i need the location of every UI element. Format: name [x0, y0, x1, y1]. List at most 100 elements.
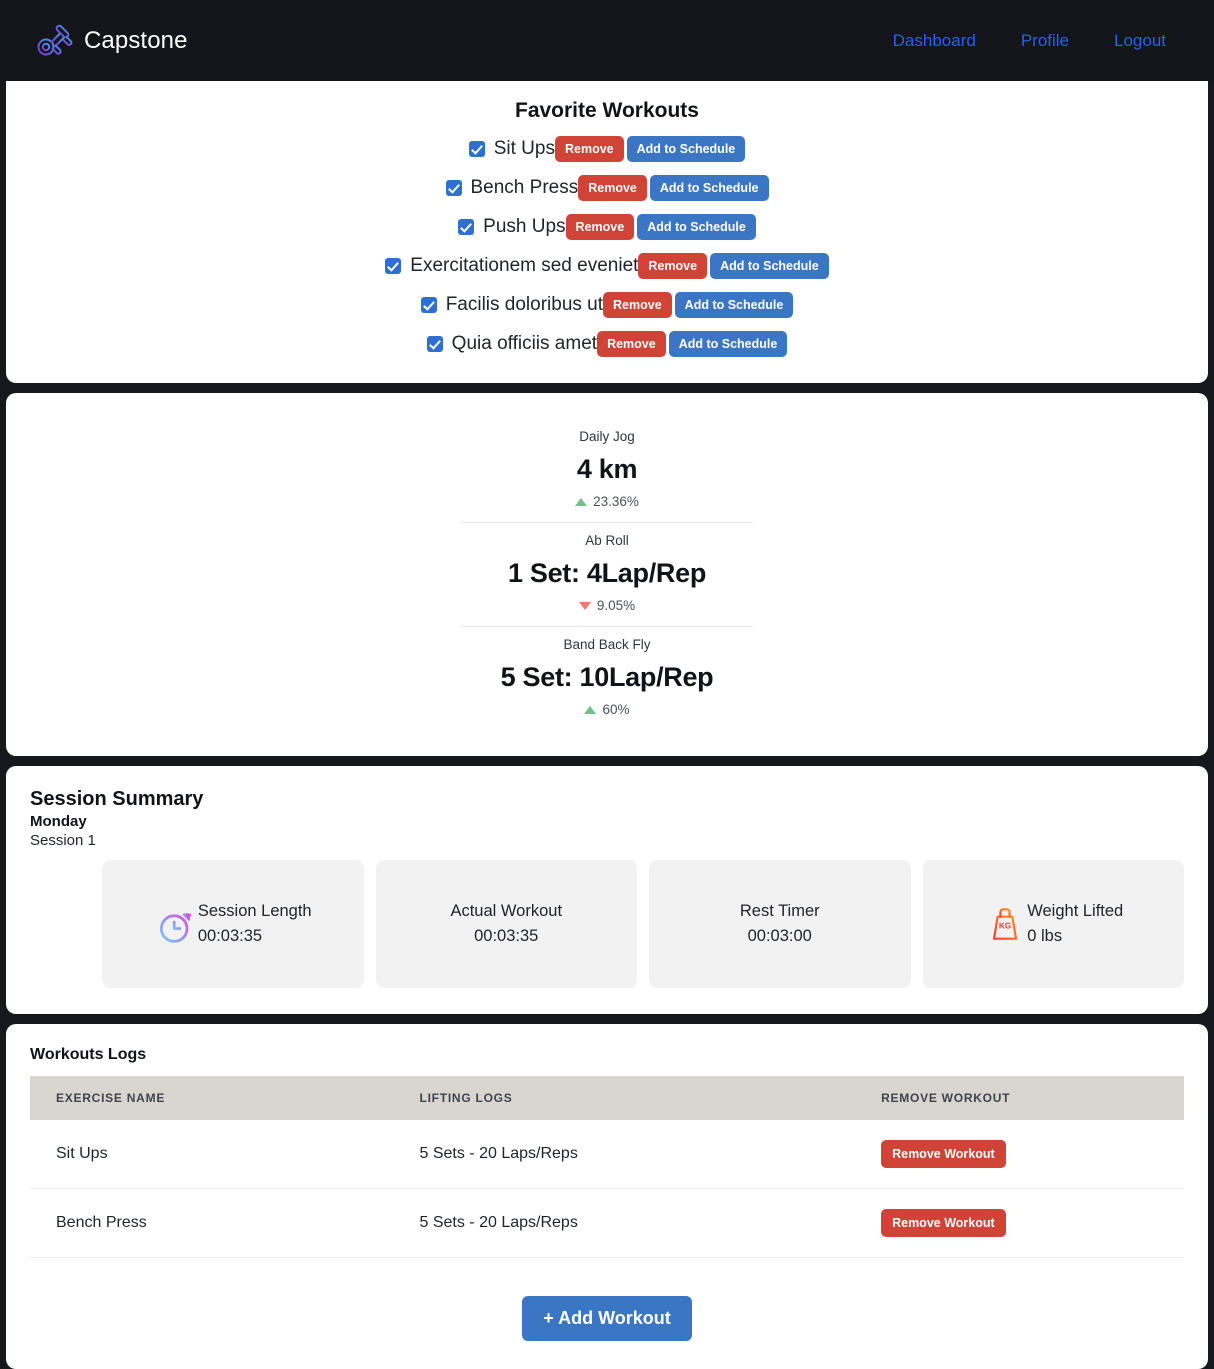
remove-workout-button[interactable]: Remove Workout	[881, 1140, 1006, 1168]
weight-kg-icon: KG	[993, 908, 1018, 940]
remove-favorite-button[interactable]: Remove	[603, 292, 672, 318]
stats-card: Daily Jog 4 km 23.36% Ab Roll 1 Set: 4La…	[6, 393, 1208, 756]
trend-down-icon	[578, 601, 591, 610]
tile-label: Rest Timer	[739, 902, 820, 920]
workouts-logs-title: Workouts Logs	[30, 1046, 147, 1063]
favorite-workout-row: Bench Press Remove Add to Schedule	[6, 175, 1208, 201]
tile-value: 00:03:35	[474, 927, 539, 945]
summary-tile-session-length: Session Length 00:03:35	[102, 860, 364, 988]
svg-text:KG: KG	[999, 922, 1011, 931]
stat-delta: 60%	[461, 702, 753, 717]
brand-name: Capstone	[84, 26, 188, 54]
remove-workout-button[interactable]: Remove Workout	[881, 1209, 1006, 1237]
add-workout-bar: + Add Workout	[6, 1276, 1208, 1369]
tile-value: 00:03:35	[197, 927, 263, 945]
session-summary-card: Session Summary Monday Session 1 Session…	[6, 766, 1208, 1014]
add-workout-button[interactable]: + Add Workout	[522, 1296, 692, 1341]
stat-value: 4 km	[576, 454, 638, 484]
nav-link-logout[interactable]: Logout	[1114, 31, 1166, 51]
column-header-remove-workout: REMOVE WORKOUT	[855, 1076, 1184, 1120]
table-row: Bench Press 5 Sets - 20 Laps/Reps Remove…	[30, 1188, 1184, 1258]
favorite-checkbox-quia-officiis[interactable]	[426, 336, 443, 352]
add-to-schedule-button[interactable]: Add to Schedule	[637, 214, 756, 240]
favorite-workouts-card: Favorite Workouts Sit Ups Remove Add to …	[6, 81, 1208, 383]
favorite-name: Exercitationem sed eveniet	[410, 255, 639, 276]
session-day: Monday	[30, 813, 87, 830]
stat-delta: 9.05%	[461, 598, 753, 613]
stat-label: Ab Roll	[585, 533, 629, 548]
favorite-name: Sit Ups	[493, 138, 555, 159]
session-summary-grid: Session Length 00:03:35 Actual Workout 0…	[30, 860, 1184, 988]
session-summary-title: Session Summary	[30, 788, 204, 810]
column-header-lifting-logs: LIFTING LOGS	[393, 1076, 856, 1120]
table-body: Sit Ups 5 Sets - 20 Laps/Reps Remove Wor…	[30, 1120, 1184, 1258]
tile-label: Weight Lifted	[1027, 902, 1124, 920]
cell-remove-workout: Remove Workout	[855, 1120, 1184, 1189]
remove-favorite-button[interactable]: Remove	[578, 175, 647, 201]
page-root: Capstone Dashboard Profile Logout Favori…	[0, 0, 1214, 1369]
stat-label: Band Back Fly	[563, 637, 651, 652]
trend-up-icon	[575, 497, 588, 506]
stat-label: Daily Jog	[579, 429, 635, 444]
tile-value: 0 lbs	[1027, 927, 1063, 945]
favorite-name: Facilis doloribus ut	[445, 294, 604, 315]
stat-value: 1 Set: 4Lap/Rep	[507, 558, 707, 588]
add-to-schedule-button[interactable]: Add to Schedule	[674, 292, 794, 318]
stat-daily-jog: Daily Jog 4 km 23.36%	[461, 419, 753, 522]
favorite-checkbox-push-ups[interactable]	[458, 219, 475, 235]
stat-ab-roll: Ab Roll 1 Set: 4Lap/Rep 9.05%	[461, 522, 753, 626]
nav-link-profile[interactable]: Profile	[1021, 31, 1069, 51]
favorite-checkbox-exercitationem[interactable]	[385, 258, 402, 274]
dumbbell-icon	[37, 24, 73, 55]
tile-label: Actual Workout	[450, 902, 563, 920]
table-header-row: EXERCISE NAME LIFTING LOGS REMOVE WORKOU…	[30, 1076, 1184, 1120]
table-header: EXERCISE NAME LIFTING LOGS REMOVE WORKOU…	[30, 1076, 1184, 1120]
stat-value: 5 Set: 10Lap/Rep	[500, 662, 714, 692]
add-to-schedule-button[interactable]: Add to Schedule	[626, 136, 746, 162]
table-row: Sit Ups 5 Sets - 20 Laps/Reps Remove Wor…	[30, 1120, 1184, 1189]
tile-label: Session Length	[197, 902, 312, 920]
workouts-logs-table: EXERCISE NAME LIFTING LOGS REMOVE WORKOU…	[30, 1076, 1184, 1258]
favorite-checkbox-sit-ups[interactable]	[468, 141, 485, 157]
add-to-schedule-button[interactable]: Add to Schedule	[668, 331, 788, 357]
cell-lifting-logs: 5 Sets - 20 Laps/Reps	[393, 1188, 856, 1258]
favorite-name: Push Ups	[483, 216, 566, 237]
stat-delta-text: 9.05%	[596, 598, 636, 613]
favorite-checkbox-facilis[interactable]	[420, 297, 437, 313]
stat-delta: 23.36%	[461, 494, 753, 509]
nav-links: Dashboard Profile Logout	[893, 31, 1181, 51]
add-to-schedule-button[interactable]: Add to Schedule	[710, 253, 829, 279]
session-number: Session 1	[30, 832, 96, 849]
summary-tile-rest-timer: Rest Timer 00:03:00	[649, 860, 911, 988]
favorite-workouts-title: Favorite Workouts	[515, 99, 699, 122]
cell-exercise-name: Bench Press	[30, 1188, 394, 1258]
favorite-name: Bench Press	[470, 177, 579, 198]
remove-favorite-button[interactable]: Remove	[565, 214, 635, 240]
workouts-logs-card: Workouts Logs EXERCISE NAME LIFTING LOGS…	[6, 1024, 1208, 1276]
remove-favorite-button[interactable]: Remove	[597, 331, 666, 357]
stat-delta-text: 60%	[602, 702, 630, 717]
cell-exercise-name: Sit Ups	[30, 1120, 394, 1189]
remove-favorite-button[interactable]: Remove	[554, 136, 624, 162]
favorite-checkbox-bench-press[interactable]	[445, 180, 462, 196]
favorite-workout-row: Push Ups Remove Add to Schedule	[6, 214, 1208, 240]
cell-remove-workout: Remove Workout	[855, 1188, 1184, 1258]
tile-value: 00:03:00	[747, 927, 812, 945]
favorite-workout-row: Sit Ups Remove Add to Schedule	[6, 136, 1208, 162]
remove-favorite-button[interactable]: Remove	[638, 253, 708, 279]
add-to-schedule-button[interactable]: Add to Schedule	[649, 175, 769, 201]
nav-link-dashboard[interactable]: Dashboard	[893, 31, 976, 51]
top-navbar: Capstone Dashboard Profile Logout	[0, 0, 1214, 81]
trend-up-icon	[584, 705, 597, 714]
cell-lifting-logs: 5 Sets - 20 Laps/Reps	[393, 1120, 856, 1189]
favorite-workout-row: Facilis doloribus ut Remove Add to Sched…	[6, 292, 1208, 318]
favorite-name: Quia officiis amet	[451, 333, 598, 354]
brand[interactable]: Capstone	[33, 21, 188, 61]
summary-tile-weight-lifted: KG Weight Lifted 0 lbs	[922, 860, 1184, 988]
favorite-workout-row: Quia officiis amet Remove Add to Schedul…	[6, 331, 1208, 357]
favorite-workout-row: Exercitationem sed eveniet Remove Add to…	[6, 253, 1208, 279]
stat-band-back-fly: Band Back Fly 5 Set: 10Lap/Rep 60%	[461, 626, 753, 730]
column-header-exercise-name: EXERCISE NAME	[30, 1076, 394, 1120]
summary-tile-actual-workout: Actual Workout 00:03:35	[375, 860, 637, 988]
stat-delta-text: 23.36%	[593, 494, 639, 509]
